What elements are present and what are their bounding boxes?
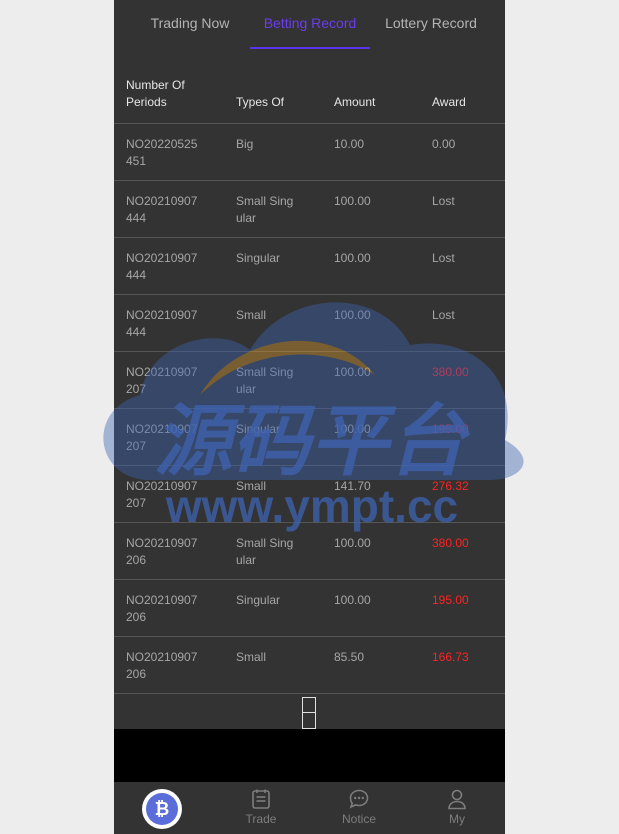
amount-cell: 100.00 — [322, 294, 420, 352]
table-row: NO20210907206 Singular 100.00 195.00 — [114, 579, 505, 637]
bottom-nav: ₿ Trade Notice My — [114, 782, 505, 834]
type-cell: Small Singular — [224, 180, 322, 238]
user-icon — [448, 789, 466, 810]
period-cell: NO20210907206 — [114, 636, 224, 694]
type-cell: Singular — [224, 579, 322, 637]
scroll-handle[interactable] — [302, 697, 316, 729]
table-row: NO20210907444 Small 100.00 Lost — [114, 294, 505, 352]
table-header-row: Number Of Periods Types Of Amount Award — [114, 66, 505, 124]
header-award: Award — [420, 66, 505, 124]
footer-band — [114, 729, 505, 782]
amount-cell: 141.70 — [322, 465, 420, 523]
amount-cell: 100.00 — [322, 237, 420, 295]
award-cell: 380.00 — [420, 522, 505, 580]
type-cell: Singular — [224, 237, 322, 295]
table-row: NO20210907206 Small Singular 100.00 380.00 — [114, 522, 505, 580]
award-cell: Lost — [420, 294, 505, 352]
table-row: NO20210907207 Singular 100.00 195.00 — [114, 408, 505, 466]
period-cell: NO20210907207 — [114, 465, 224, 523]
type-cell: Small — [224, 465, 322, 523]
type-cell: Singular — [224, 408, 322, 466]
period-cell: NO20210907444 — [114, 180, 224, 238]
table-row: NO20210907444 Singular 100.00 Lost — [114, 237, 505, 295]
table-row: NO20210907207 Small 141.70 276.32 — [114, 465, 505, 523]
document-icon — [252, 789, 270, 809]
table-row: NO20220525451 Big 10.00 0.00 — [114, 123, 505, 181]
period-cell: NO20210907207 — [114, 408, 224, 466]
app-screen: Trading Now Betting Record Lottery Recor… — [114, 0, 505, 834]
award-cell: Lost — [420, 237, 505, 295]
period-cell: NO20210907206 — [114, 522, 224, 580]
tab-lottery-record[interactable]: Lottery Record — [376, 0, 486, 50]
nav-item-my[interactable]: My — [408, 782, 505, 834]
nav-label-my: My — [449, 812, 465, 826]
chat-bubble-icon — [349, 789, 369, 809]
type-cell: Small — [224, 636, 322, 694]
header-periods: Number Of Periods — [114, 66, 224, 124]
period-cell: NO20210907444 — [114, 294, 224, 352]
active-tab-indicator — [250, 47, 370, 49]
period-cell: NO20210907206 — [114, 579, 224, 637]
period-cell: NO20210907207 — [114, 351, 224, 409]
betting-record-table: Number Of Periods Types Of Amount Award … — [114, 66, 505, 694]
amount-cell: 10.00 — [322, 123, 420, 181]
nav-item-home[interactable]: ₿ — [114, 782, 212, 834]
award-cell: Lost — [420, 180, 505, 238]
table-row: NO20210907207 Small Singular 100.00 380.00 — [114, 351, 505, 409]
type-cell: Small — [224, 294, 322, 352]
amount-cell: 100.00 — [322, 522, 420, 580]
tab-bar: Trading Now Betting Record Lottery Recor… — [114, 0, 505, 50]
type-cell: Big — [224, 123, 322, 181]
amount-cell: 100.00 — [322, 408, 420, 466]
award-cell: 166.73 — [420, 636, 505, 694]
header-amount: Amount — [322, 66, 420, 124]
nav-label-trade: Trade — [245, 812, 277, 826]
amount-cell: 100.00 — [322, 351, 420, 409]
tab-trading-now[interactable]: Trading Now — [136, 0, 244, 50]
nav-label-notice: Notice — [341, 812, 376, 826]
amount-cell: 85.50 — [322, 636, 420, 694]
type-cell: Small Singular — [224, 522, 322, 580]
award-cell: 380.00 — [420, 351, 505, 409]
award-cell: 0.00 — [420, 123, 505, 181]
nav-item-notice[interactable]: Notice — [310, 782, 408, 834]
type-cell: Small Singular — [224, 351, 322, 409]
period-cell: NO20210907444 — [114, 237, 224, 295]
table-row: NO20210907206 Small 85.50 166.73 — [114, 636, 505, 694]
award-cell: 195.00 — [420, 579, 505, 637]
nav-item-trade[interactable]: Trade — [212, 782, 310, 834]
award-cell: 276.32 — [420, 465, 505, 523]
award-cell: 195.00 — [420, 408, 505, 466]
tab-betting-record[interactable]: Betting Record — [254, 0, 366, 50]
period-cell: NO20220525451 — [114, 123, 224, 181]
header-types: Types Of — [224, 66, 322, 124]
table-row: NO20210907444 Small Singular 100.00 Lost — [114, 180, 505, 238]
bitcoin-icon: ₿ — [142, 789, 182, 829]
amount-cell: 100.00 — [322, 180, 420, 238]
amount-cell: 100.00 — [322, 579, 420, 637]
